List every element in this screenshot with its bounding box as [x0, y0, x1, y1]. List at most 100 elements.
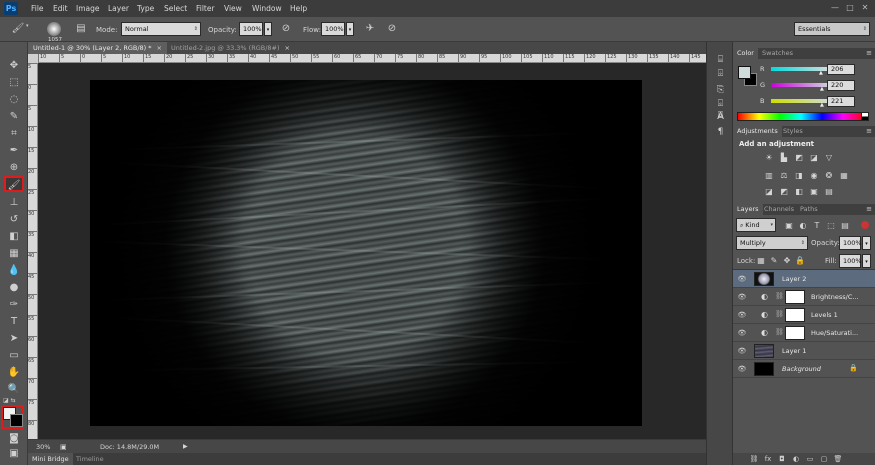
color-balance-icon[interactable]: ⚖: [778, 170, 790, 181]
panel-menu-icon[interactable]: ≡: [866, 127, 872, 135]
doc-tab-untitled-1[interactable]: Untitled-1 @ 30% (Layer 2, RGB/8) * ×: [28, 42, 167, 54]
default-colors-icon[interactable]: ◪ ⇆: [3, 397, 16, 404]
eye-icon[interactable]: 👁: [737, 292, 747, 302]
add-mask-icon[interactable]: ◘: [777, 454, 787, 464]
gradient-tool-icon[interactable]: ▦: [4, 246, 24, 262]
horizontal-ruler[interactable]: 10 5 0 5 10 15 20 25 30 35 40 45 50 55 60 65 70 75 80 85 90 9…: [38, 54, 706, 63]
filter-type-icon[interactable]: T: [811, 220, 823, 231]
tab-adjustments[interactable]: Adjustments: [733, 126, 782, 137]
layer-filter-select[interactable]: ⌕ Kind ▾: [736, 218, 776, 232]
flow-dropdown[interactable]: ▾: [346, 22, 354, 36]
layer-opacity-dropdown[interactable]: ▾: [862, 236, 871, 250]
paragraph-panel-icon[interactable]: ¶: [714, 126, 727, 139]
black-white-icon[interactable]: ◨: [793, 170, 805, 181]
panel-menu-icon[interactable]: ≡: [866, 205, 872, 213]
rectangle-tool-icon[interactable]: ▭: [4, 348, 24, 364]
history-brush-tool-icon[interactable]: ↺: [4, 212, 24, 228]
channel-mixer-icon[interactable]: ❂: [823, 170, 835, 181]
layer-mask-thumbnail[interactable]: [785, 326, 805, 340]
menu-edit[interactable]: Edit: [53, 4, 68, 13]
close-icon[interactable]: ×: [285, 44, 290, 52]
airbrush-icon[interactable]: ✈: [362, 21, 378, 37]
eyedropper-tool-icon[interactable]: ✒: [4, 143, 24, 159]
menu-help[interactable]: Help: [290, 4, 307, 13]
menu-window[interactable]: Window: [252, 4, 282, 13]
brush-preset-icon[interactable]: [47, 22, 61, 36]
doc-tab-untitled-2[interactable]: Untitled-2.jpg @ 33.3% (RGB/8#) ×: [166, 42, 295, 54]
layer-name[interactable]: Brightness/C...: [811, 293, 859, 301]
blur-tool-icon[interactable]: 💧: [4, 263, 24, 279]
layer-style-icon[interactable]: fx: [763, 454, 773, 464]
filter-adjustment-icon[interactable]: ◐: [797, 220, 809, 231]
layer-row-brightness-contrast[interactable]: 👁 ◐ ⛓ Brightness/C...: [733, 288, 875, 306]
posterize-icon[interactable]: ◩: [778, 186, 790, 197]
layer-row-layer-2[interactable]: 👁 Layer 2: [733, 270, 875, 288]
layer-name[interactable]: Levels 1: [811, 311, 838, 319]
type-tool-icon[interactable]: T: [4, 314, 24, 330]
lock-all-icon[interactable]: 🔒: [794, 255, 806, 266]
pen-tool-icon[interactable]: ✑: [4, 297, 24, 313]
slider-thumb-icon[interactable]: ▲: [819, 70, 823, 76]
threshold-icon[interactable]: ◧: [793, 186, 805, 197]
lock-transparent-icon[interactable]: ▦: [755, 255, 767, 266]
type-panel-icon[interactable]: A: [714, 110, 727, 123]
layer-opacity-input[interactable]: 100%: [839, 236, 862, 250]
ruler-origin[interactable]: [28, 54, 38, 63]
eye-icon[interactable]: 👁: [737, 310, 747, 320]
quick-mask-icon[interactable]: ◙: [4, 431, 24, 447]
invert-icon[interactable]: ◪: [763, 186, 775, 197]
hue-saturation-icon[interactable]: ▥: [763, 170, 775, 181]
hand-tool-icon[interactable]: ✋: [4, 365, 24, 381]
dodge-tool-icon[interactable]: ●: [4, 280, 24, 296]
move-tool-icon[interactable]: ✥: [4, 58, 24, 74]
vertical-ruler[interactable]: 5 0 5 10 15 20 25 30 35 40 45 50 55 60 65 70 75 80: [28, 63, 38, 439]
menu-layer[interactable]: Layer: [108, 4, 129, 13]
new-layer-icon[interactable]: ▢: [819, 454, 829, 464]
tab-color[interactable]: Color: [733, 48, 758, 59]
tab-styles[interactable]: Styles: [779, 126, 807, 137]
layer-row-levels-1[interactable]: 👁 ◐ ⛓ Levels 1: [733, 306, 875, 324]
layer-mask-thumbnail[interactable]: [785, 290, 805, 304]
tab-mini-bridge[interactable]: Mini Bridge: [28, 453, 73, 465]
tab-timeline[interactable]: Timeline: [72, 453, 108, 465]
lock-position-icon[interactable]: ✥: [781, 255, 793, 266]
zoom-tool-icon[interactable]: 🔍: [4, 382, 24, 398]
link-layers-icon[interactable]: ⛓: [749, 454, 759, 464]
layer-row-layer-1[interactable]: 👁 Layer 1: [733, 342, 875, 360]
pressure-opacity-icon[interactable]: ⊘: [278, 21, 294, 37]
panel-menu-icon[interactable]: ≡: [866, 49, 872, 57]
menu-select[interactable]: Select: [164, 4, 187, 13]
play-arrow-icon[interactable]: ▶: [183, 443, 188, 450]
quick-select-tool-icon[interactable]: ✎: [4, 109, 24, 125]
photo-filter-icon[interactable]: ◉: [808, 170, 820, 181]
blue-value[interactable]: 221: [827, 96, 855, 107]
path-selection-tool-icon[interactable]: ➤: [4, 331, 24, 347]
link-icon[interactable]: ⛓: [775, 310, 784, 318]
layer-row-background[interactable]: 👁 Background 🔒: [733, 360, 875, 378]
link-icon[interactable]: ⛓: [775, 292, 784, 300]
eye-icon[interactable]: 👁: [737, 364, 747, 374]
layer-name[interactable]: Layer 2: [782, 275, 806, 283]
healing-brush-tool-icon[interactable]: ⊕: [4, 160, 24, 176]
tab-channels[interactable]: Channels: [760, 204, 798, 215]
flow-input[interactable]: 100%: [321, 22, 345, 36]
color-spectrum-bar[interactable]: [737, 112, 865, 121]
brush-tool-icon[interactable]: 🖌: [4, 176, 24, 192]
eye-icon[interactable]: 👁: [737, 328, 747, 338]
filter-pixel-icon[interactable]: ▣: [783, 220, 795, 231]
tab-layers[interactable]: Layers: [733, 204, 763, 215]
history-panel-icon[interactable]: ⌸: [714, 54, 727, 67]
mode-select[interactable]: Normal ⇕: [121, 22, 201, 36]
opacity-input[interactable]: 100%: [239, 22, 263, 36]
workspace-select[interactable]: Essentials ⇕: [794, 22, 870, 36]
dropdown-arrow-icon[interactable]: ▾: [26, 23, 29, 29]
layer-name[interactable]: Hue/Saturati...: [811, 329, 858, 337]
minimize-button[interactable]: —: [830, 3, 840, 13]
black-white-swatch[interactable]: [861, 112, 869, 121]
new-group-icon[interactable]: ▭: [805, 454, 815, 464]
opacity-dropdown[interactable]: ▾: [264, 22, 272, 36]
layer-name[interactable]: Layer 1: [782, 347, 806, 355]
properties-panel-icon[interactable]: ⌹: [714, 68, 727, 81]
selective-color-icon[interactable]: ▣: [808, 186, 820, 197]
filter-smart-object-icon[interactable]: ▤: [839, 220, 851, 231]
